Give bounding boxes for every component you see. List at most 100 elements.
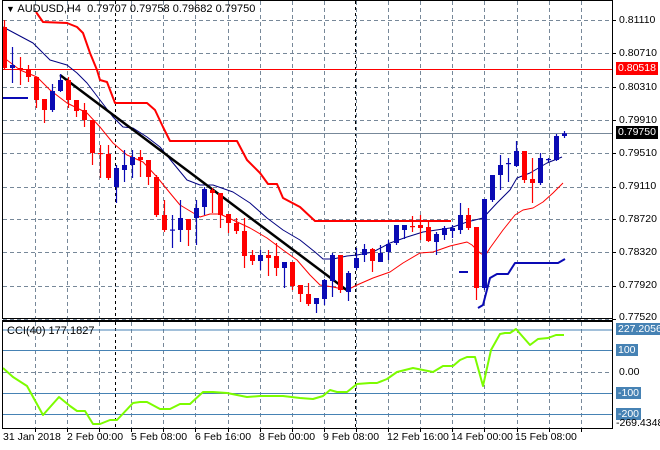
cci-max-label: 227.2056 [616,323,660,335]
candle-body [74,100,79,111]
fast-ma-line [2,26,563,260]
candle-body [410,226,415,228]
candle [314,298,319,313]
candle [154,175,159,217]
candle-body [186,219,191,230]
chart-canvas[interactable] [0,0,660,450]
candle [26,65,31,82]
triangle-down-icon[interactable]: ▼ [6,4,15,14]
candle-body [330,255,335,281]
ohlc-high: 0.79758 [129,3,170,15]
candle-body [138,157,143,160]
price-tick: 0.79110 [619,180,657,192]
candle-body [426,227,431,241]
candle [514,141,519,167]
cci-panel-border [2,321,613,429]
candle [74,100,79,117]
candle-body [418,225,423,228]
candle-body [434,234,439,242]
price-tick: 0.79510 [619,147,657,159]
candle-body [242,231,247,256]
candle-body [26,70,31,77]
candle [426,220,431,242]
price-tick: 0.79910 [619,114,657,126]
candle [346,271,351,301]
symbol-timeframe: AUDUSD,H4 [17,3,81,15]
candle-body [506,163,511,165]
mt4-chart-window: ▼ AUDUSD,H4 0.79707 0.79758 0.79682 0.79… [0,0,660,450]
candle [226,214,231,233]
price-tick: 0.77920 [619,279,657,291]
candle-body [42,99,47,110]
cci-title: CCI(40) 177.1827 [7,325,95,337]
price-tick: 0.81110 [619,14,656,26]
candle [282,262,287,288]
candle-body [370,249,375,261]
candle [458,203,463,234]
candle [218,193,223,228]
candle-body [34,77,39,100]
ohlc-close: 0.79750 [215,3,256,15]
candle [554,134,559,161]
price-tick: 0.78720 [619,213,657,225]
candle [202,187,207,215]
candle-body [538,158,543,183]
candle-body [522,151,527,180]
candle [274,243,279,276]
candle-body [90,120,95,153]
candle [186,219,191,246]
candle [354,248,359,270]
candle-body [218,193,223,215]
candle-body [226,214,231,223]
time-label: 14 Feb 00:00 [451,431,513,443]
candle [370,248,375,272]
candle-body [298,285,303,294]
candle-body [442,228,447,235]
candle-body [66,80,71,100]
candle-body [50,91,55,110]
price-tick: 0.80710 [619,47,657,59]
candle-body [146,160,151,177]
candle-body [514,151,519,166]
candle-body [114,168,119,187]
candle [482,199,487,290]
candle-body [530,179,535,183]
trendline [59,74,349,292]
candle [498,155,503,190]
candle-body [258,255,263,261]
candle-body [162,215,167,230]
candle-body [178,218,183,230]
price-tick: 0.77520 [619,311,657,323]
candle [474,227,479,300]
candle [146,160,151,185]
candle-body [498,165,503,175]
time-label: 12 Feb 16:00 [387,431,449,443]
candle-body [482,199,487,288]
time-label: 2 Feb 00:00 [67,431,124,443]
candle-body [98,153,103,155]
cci-line [2,328,564,425]
candle-body [338,255,343,290]
candle-body [154,177,159,215]
candle-body [450,228,455,231]
candle-body [290,262,295,286]
level-price-tag: 0.80518 [616,62,658,75]
candle [506,158,511,182]
candle-body [58,80,63,91]
candle [114,165,119,203]
candle [50,84,55,112]
bid-price-tag: 0.79750 [616,126,658,139]
time-label: 15 Feb 08:00 [515,431,577,443]
candle [330,253,335,297]
candle-body [546,159,551,161]
candle-body [82,110,87,120]
candle [442,226,447,240]
candle [538,153,543,185]
candle-body [194,208,199,218]
time-label: 8 Feb 00:00 [259,431,316,443]
candle [394,225,399,245]
candle [98,145,103,178]
candle [210,188,215,213]
candle-body [234,223,239,231]
candle-body [250,255,255,261]
